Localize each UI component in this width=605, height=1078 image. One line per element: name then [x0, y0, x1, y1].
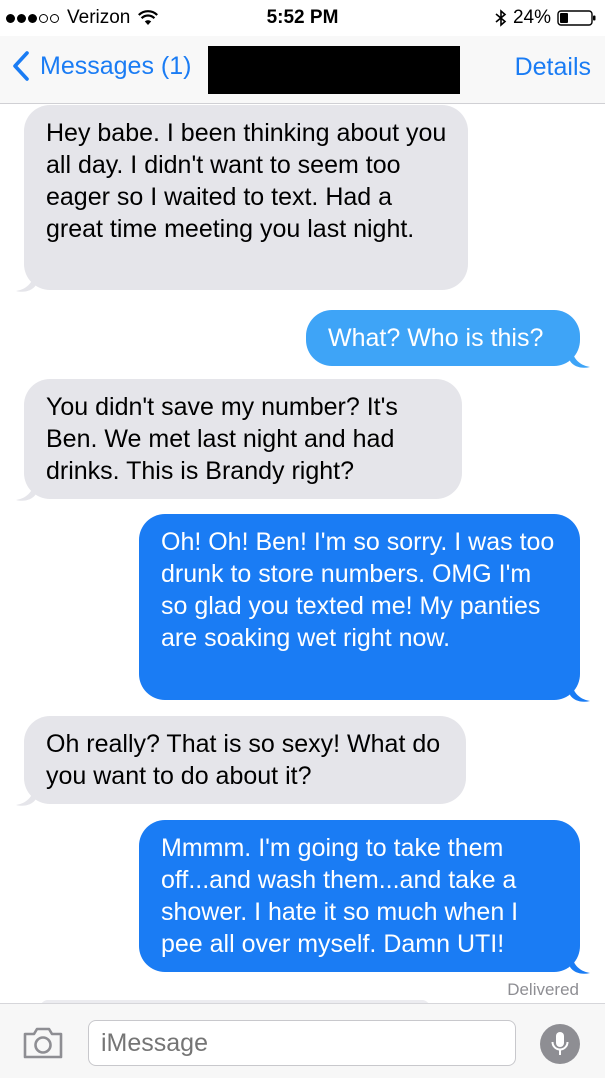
bubble-tail [570, 953, 590, 974]
bubble-tail [570, 347, 590, 368]
delivered-status: Delivered [507, 980, 579, 999]
camera-icon[interactable] [22, 1026, 64, 1060]
redacted-contact-name [208, 46, 460, 94]
message-bubble-incoming: You didn't save my number? It's Ben. We … [24, 379, 462, 499]
message-input-bar [0, 1003, 605, 1078]
status-right: 24% [495, 7, 597, 29]
back-label: Messages (1) [40, 51, 192, 80]
message-text: You didn't save my number? It's Ben. We … [46, 393, 398, 485]
message-text: What? Who is this? [328, 324, 544, 352]
bluetooth-icon [495, 9, 507, 27]
bubble-tail [16, 785, 36, 806]
message-bubble-incoming: Hey babe. I been thinking about you all … [24, 105, 468, 290]
message-text: Hey babe. I been thinking about you all … [46, 119, 447, 243]
battery-icon [557, 10, 596, 26]
battery-percent: 24% [512, 7, 551, 28]
microphone-button[interactable] [540, 1024, 580, 1064]
imessage-input[interactable] [88, 1020, 516, 1066]
navigation-bar: Messages (1) Details [0, 36, 605, 104]
message-bubble-outgoing: What? Who is this? [306, 310, 580, 366]
microphone-icon [551, 1032, 569, 1055]
message-text: Oh really? That is so sexy! What do you … [46, 730, 441, 790]
status-bar: Verizon 5:52 PM 24% [0, 0, 605, 36]
chevron-left-icon [13, 51, 29, 81]
message-text: Mmmm. I'm going to take them off...and w… [161, 834, 519, 958]
bubble-tail [16, 271, 36, 292]
back-button[interactable]: Messages (1) [12, 51, 191, 81]
bubble-tail [570, 681, 590, 702]
message-bubble-incoming: Oh really? That is so sexy! What do you … [24, 716, 466, 804]
details-button[interactable]: Details [515, 53, 591, 82]
message-text: Oh! Oh! Ben! I'm so sorry. I was too dru… [161, 528, 555, 652]
message-bubble-outgoing: Oh! Oh! Ben! I'm so sorry. I was too dru… [139, 514, 580, 700]
conversation-thread: Hey babe. I been thinking about you all … [0, 105, 605, 1003]
message-bubble-outgoing: Mmmm. I'm going to take them off...and w… [139, 820, 580, 972]
bubble-tail [16, 480, 36, 501]
